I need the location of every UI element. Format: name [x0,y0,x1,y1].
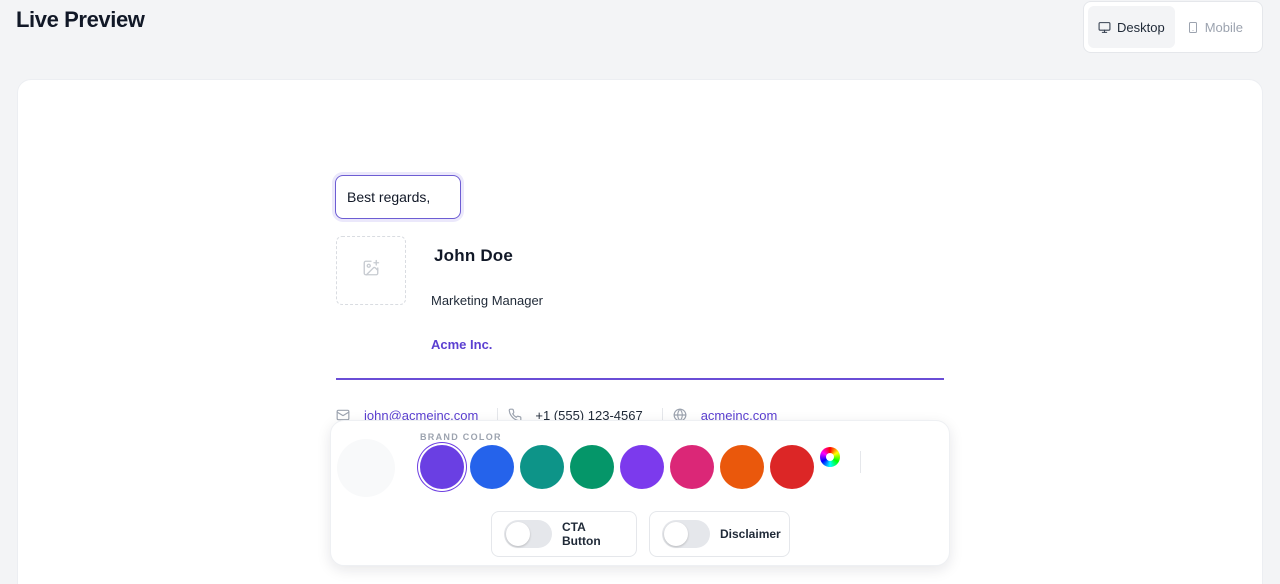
cta-switch[interactable] [504,520,552,548]
color-swatch-red[interactable] [770,445,814,489]
brand-color-label: BRAND COLOR [420,432,502,442]
toolbar-divider [860,451,861,473]
color-swatch-green[interactable] [570,445,614,489]
disclaimer-toggle-label: Disclaimer [720,527,781,541]
signoff-input[interactable] [335,175,461,219]
signature-divider [336,378,944,380]
signature-name[interactable]: John Doe [434,246,513,266]
brand-color-swatches [420,445,814,489]
desktop-view-button[interactable]: Desktop [1088,6,1175,48]
monitor-icon [1098,21,1111,34]
desktop-view-label: Desktop [1117,19,1165,35]
mobile-view-label: Mobile [1204,19,1243,35]
smartphone-icon [1187,21,1199,34]
disclaimer-toggle[interactable]: Disclaimer [649,511,790,557]
color-swatch-indigo[interactable] [420,445,464,489]
photo-upload-placeholder[interactable] [336,236,406,305]
color-swatch-violet[interactable] [620,445,664,489]
cta-button-toggle[interactable]: CTA Button [491,511,637,557]
style-toolbar: BRAND COLOR CTA Button Disclaimer [330,420,950,566]
color-wheel-icon[interactable] [820,447,840,467]
page-title: Live Preview [16,7,145,32]
cta-toggle-label: CTA Button [562,520,601,548]
disclaimer-switch[interactable] [662,520,710,548]
mobile-view-button[interactable]: Mobile [1177,6,1253,48]
view-toggle: Desktop Mobile [1083,1,1263,53]
signature-company[interactable]: Acme Inc. [431,337,492,352]
avatar [337,439,395,497]
signature-job-title[interactable]: Marketing Manager [431,293,543,308]
color-swatch-teal[interactable] [520,445,564,489]
color-swatch-pink[interactable] [670,445,714,489]
color-swatch-blue[interactable] [470,445,514,489]
color-swatch-orange[interactable] [720,445,764,489]
image-plus-icon [362,259,380,282]
